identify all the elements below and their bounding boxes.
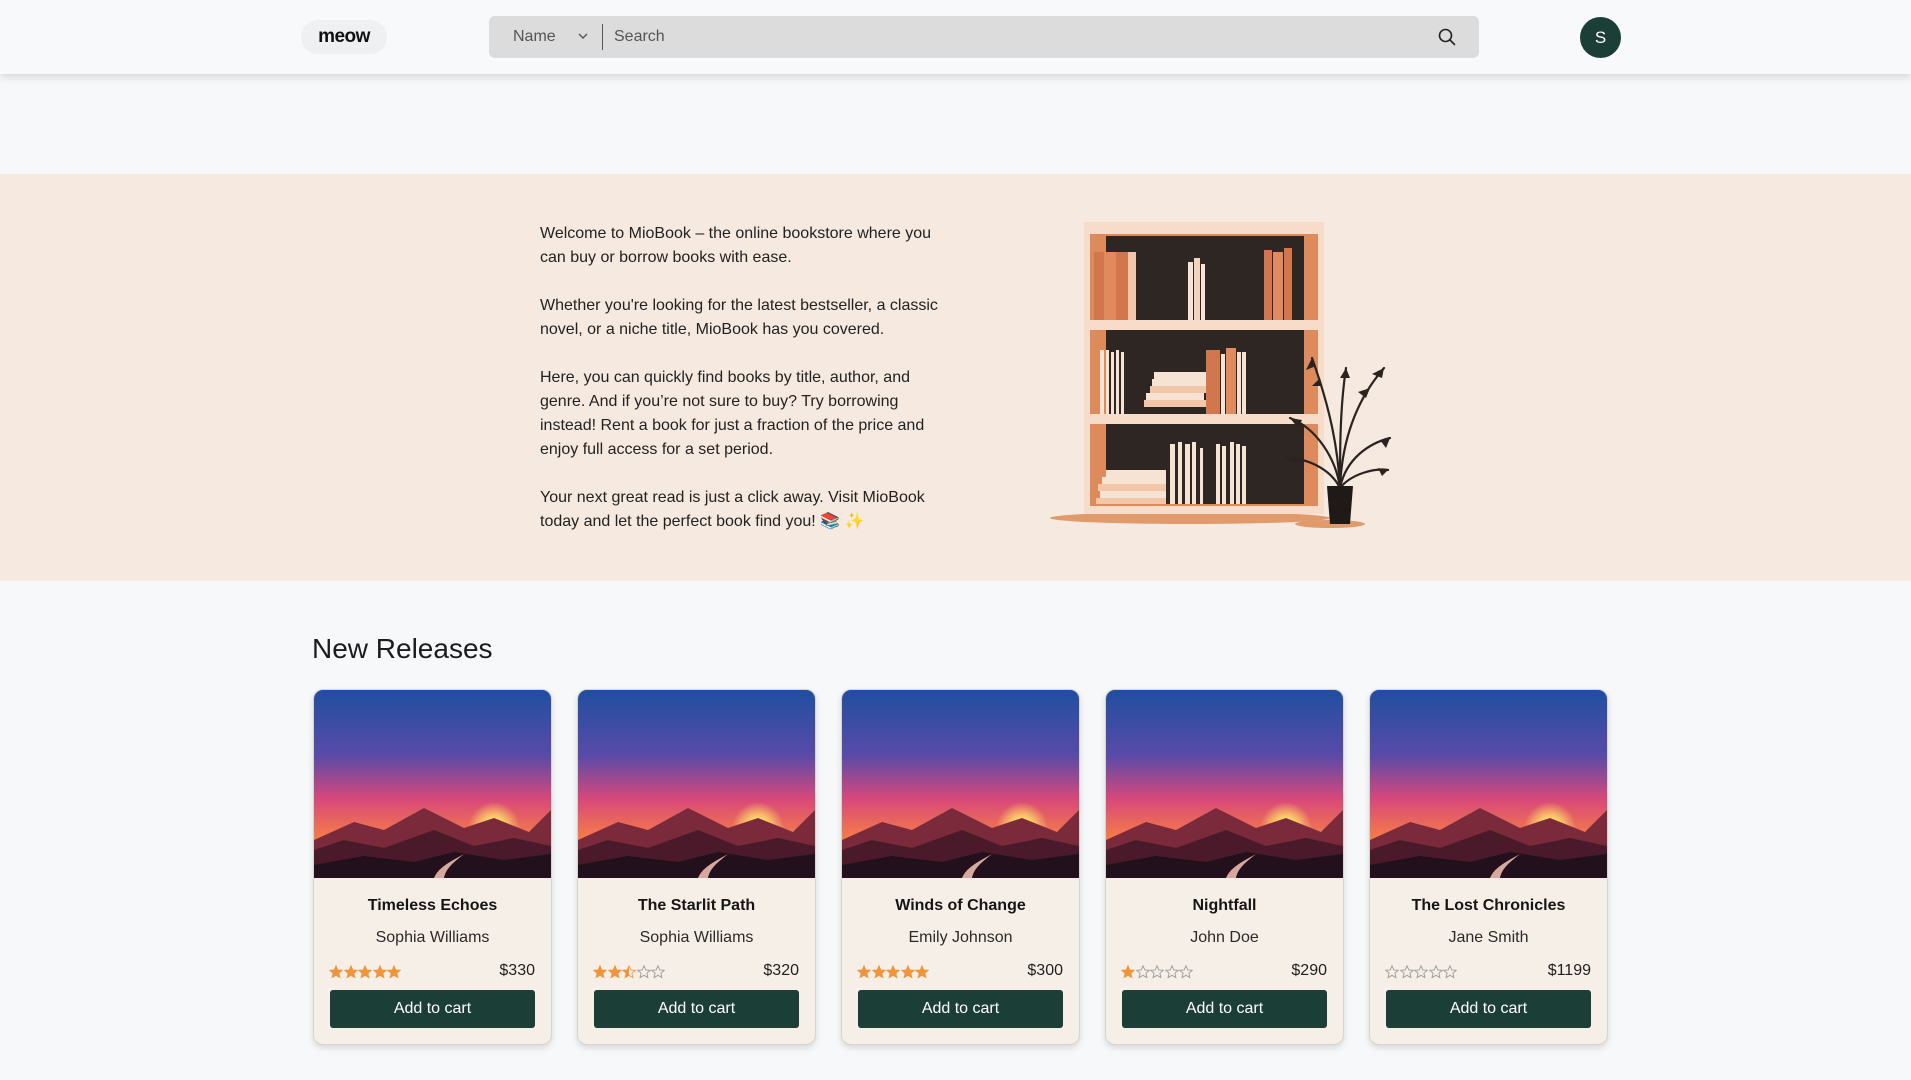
star-icon	[636, 965, 651, 979]
book-card[interactable]: The Lost Chronicles Jane Smith $1199 Add…	[1369, 689, 1608, 1045]
book-cover-image[interactable]	[842, 690, 1079, 878]
star-icon	[607, 965, 622, 979]
star-icon	[329, 965, 343, 979]
hero-paragraph: Welcome to MioBook – the online bookstor…	[540, 225, 932, 266]
book-author: Sophia Williams	[375, 929, 490, 946]
logo[interactable]: meow	[301, 20, 387, 54]
star-icon	[372, 965, 387, 979]
search-icon[interactable]	[1437, 27, 1457, 47]
book-author: John Doe	[1190, 929, 1259, 946]
hero-paragraph: Here, you can quickly find books by titl…	[540, 369, 925, 458]
star-icon	[651, 965, 665, 979]
avatar-initial: S	[1594, 27, 1607, 47]
star-icon	[1443, 965, 1457, 979]
book-title[interactable]: The Lost Chronicles	[1370, 897, 1607, 915]
search-input[interactable]	[608, 16, 1420, 58]
search-bar: Name	[489, 16, 1479, 58]
hero-banner: Welcome to MioBook – the online bookstor…	[0, 174, 1911, 581]
star-icon	[1385, 965, 1399, 979]
book-price: $300	[1027, 962, 1063, 979]
search-divider	[602, 24, 603, 50]
user-avatar[interactable]: S	[1580, 17, 1621, 58]
book-card[interactable]: Nightfall John Doe $290 Add to cart	[1105, 689, 1344, 1045]
book-price: $330	[499, 962, 535, 979]
book-cover-image[interactable]	[1106, 690, 1343, 878]
book-card[interactable]: The Starlit Path Sophia Williams $320 Ad…	[577, 689, 816, 1045]
star-icon	[871, 965, 886, 979]
book-title[interactable]: Timeless Echoes	[314, 897, 551, 915]
book-card[interactable]: Timeless Echoes Sophia Williams $330 Add…	[313, 689, 552, 1045]
add-to-cart-button[interactable]: Add to cart	[1122, 990, 1327, 1028]
bookshelf-illustration	[1050, 222, 1392, 528]
star-icon	[857, 965, 871, 979]
book-author: Jane Smith	[1448, 929, 1529, 946]
book-title[interactable]: Nightfall	[1106, 897, 1343, 915]
star-rating	[593, 965, 666, 981]
star-icon	[1414, 965, 1428, 979]
star-icon	[387, 965, 401, 979]
star-icon	[343, 965, 358, 979]
star-icon	[915, 965, 929, 979]
star-icon	[1179, 965, 1193, 979]
star-icon	[1135, 965, 1150, 979]
hero-paragraph: Whether you're looking for the latest be…	[540, 297, 938, 338]
search-filter-select[interactable]: Name	[489, 16, 602, 58]
star-icon	[1428, 965, 1443, 979]
star-icon	[1399, 965, 1414, 979]
add-to-cart-button[interactable]: Add to cart	[330, 990, 535, 1028]
book-cover-image[interactable]	[1370, 690, 1607, 878]
add-to-cart-button[interactable]: Add to cart	[594, 990, 799, 1028]
star-rating	[1385, 965, 1458, 981]
add-to-cart-button[interactable]: Add to cart	[1386, 990, 1591, 1028]
book-price: $290	[1291, 962, 1327, 979]
section-title-new-releases: New Releases	[312, 633, 493, 664]
star-icon	[1121, 965, 1135, 979]
book-cover-image[interactable]	[578, 690, 815, 878]
book-card[interactable]: Winds of Change Emily Johnson $300 Add t…	[841, 689, 1080, 1045]
star-rating	[1121, 965, 1194, 981]
star-icon	[593, 965, 607, 979]
logo-text: meow	[318, 26, 370, 47]
search-filter-value: Name	[513, 28, 556, 45]
book-price: $1199	[1547, 962, 1591, 979]
book-title[interactable]: The Starlit Path	[578, 897, 815, 915]
star-icon	[1150, 965, 1164, 979]
star-icon	[358, 965, 372, 979]
hero-paragraph: Your next great read is just a click awa…	[540, 489, 925, 530]
chevron-down-icon	[578, 33, 588, 39]
star-icon	[622, 965, 636, 979]
star-rating	[329, 965, 402, 981]
book-author: Sophia Williams	[639, 929, 754, 946]
book-title[interactable]: Winds of Change	[842, 897, 1079, 915]
book-cover-image[interactable]	[314, 690, 551, 878]
star-rating	[857, 965, 930, 981]
book-author: Emily Johnson	[908, 929, 1013, 946]
star-icon	[1164, 965, 1179, 979]
book-price: $320	[763, 962, 799, 979]
star-icon	[900, 965, 915, 979]
add-to-cart-button[interactable]: Add to cart	[858, 990, 1063, 1028]
top-navbar: meow Name S	[0, 0, 1911, 74]
hero-description: Welcome to MioBook – the online bookstor…	[540, 222, 950, 558]
star-icon	[886, 965, 900, 979]
